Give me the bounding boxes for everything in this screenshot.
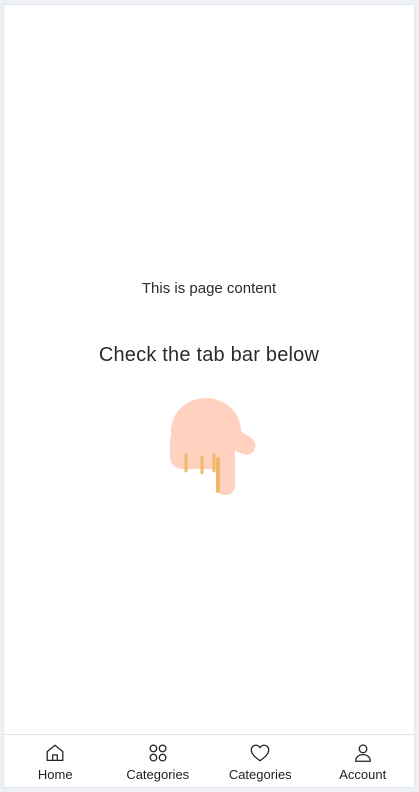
content-text: This is page content — [141, 280, 277, 297]
heart-icon — [250, 744, 270, 762]
user-icon — [354, 744, 371, 762]
tab-label: Categories — [228, 767, 292, 782]
tab-bar: Home Categories Categories Account — [4, 734, 414, 787]
app-screen: This is page content Check the tab bar b… — [3, 4, 415, 788]
hint-text: Check the tab bar below — [98, 344, 320, 366]
home-icon — [46, 744, 64, 761]
page-content: This is page content Check the tab bar b… — [4, 5, 414, 735]
tab-label: Account — [339, 767, 387, 782]
tab-favorites[interactable]: Categories — [209, 735, 312, 787]
pointing-down-hand-icon — [170, 398, 256, 495]
tab-label: Categories — [126, 767, 190, 782]
tab-label: Home — [37, 767, 73, 782]
grid-icon — [149, 744, 167, 762]
tab-categories[interactable]: Categories — [107, 735, 210, 787]
tab-account[interactable]: Account — [312, 735, 415, 787]
tab-home[interactable]: Home — [4, 735, 107, 787]
